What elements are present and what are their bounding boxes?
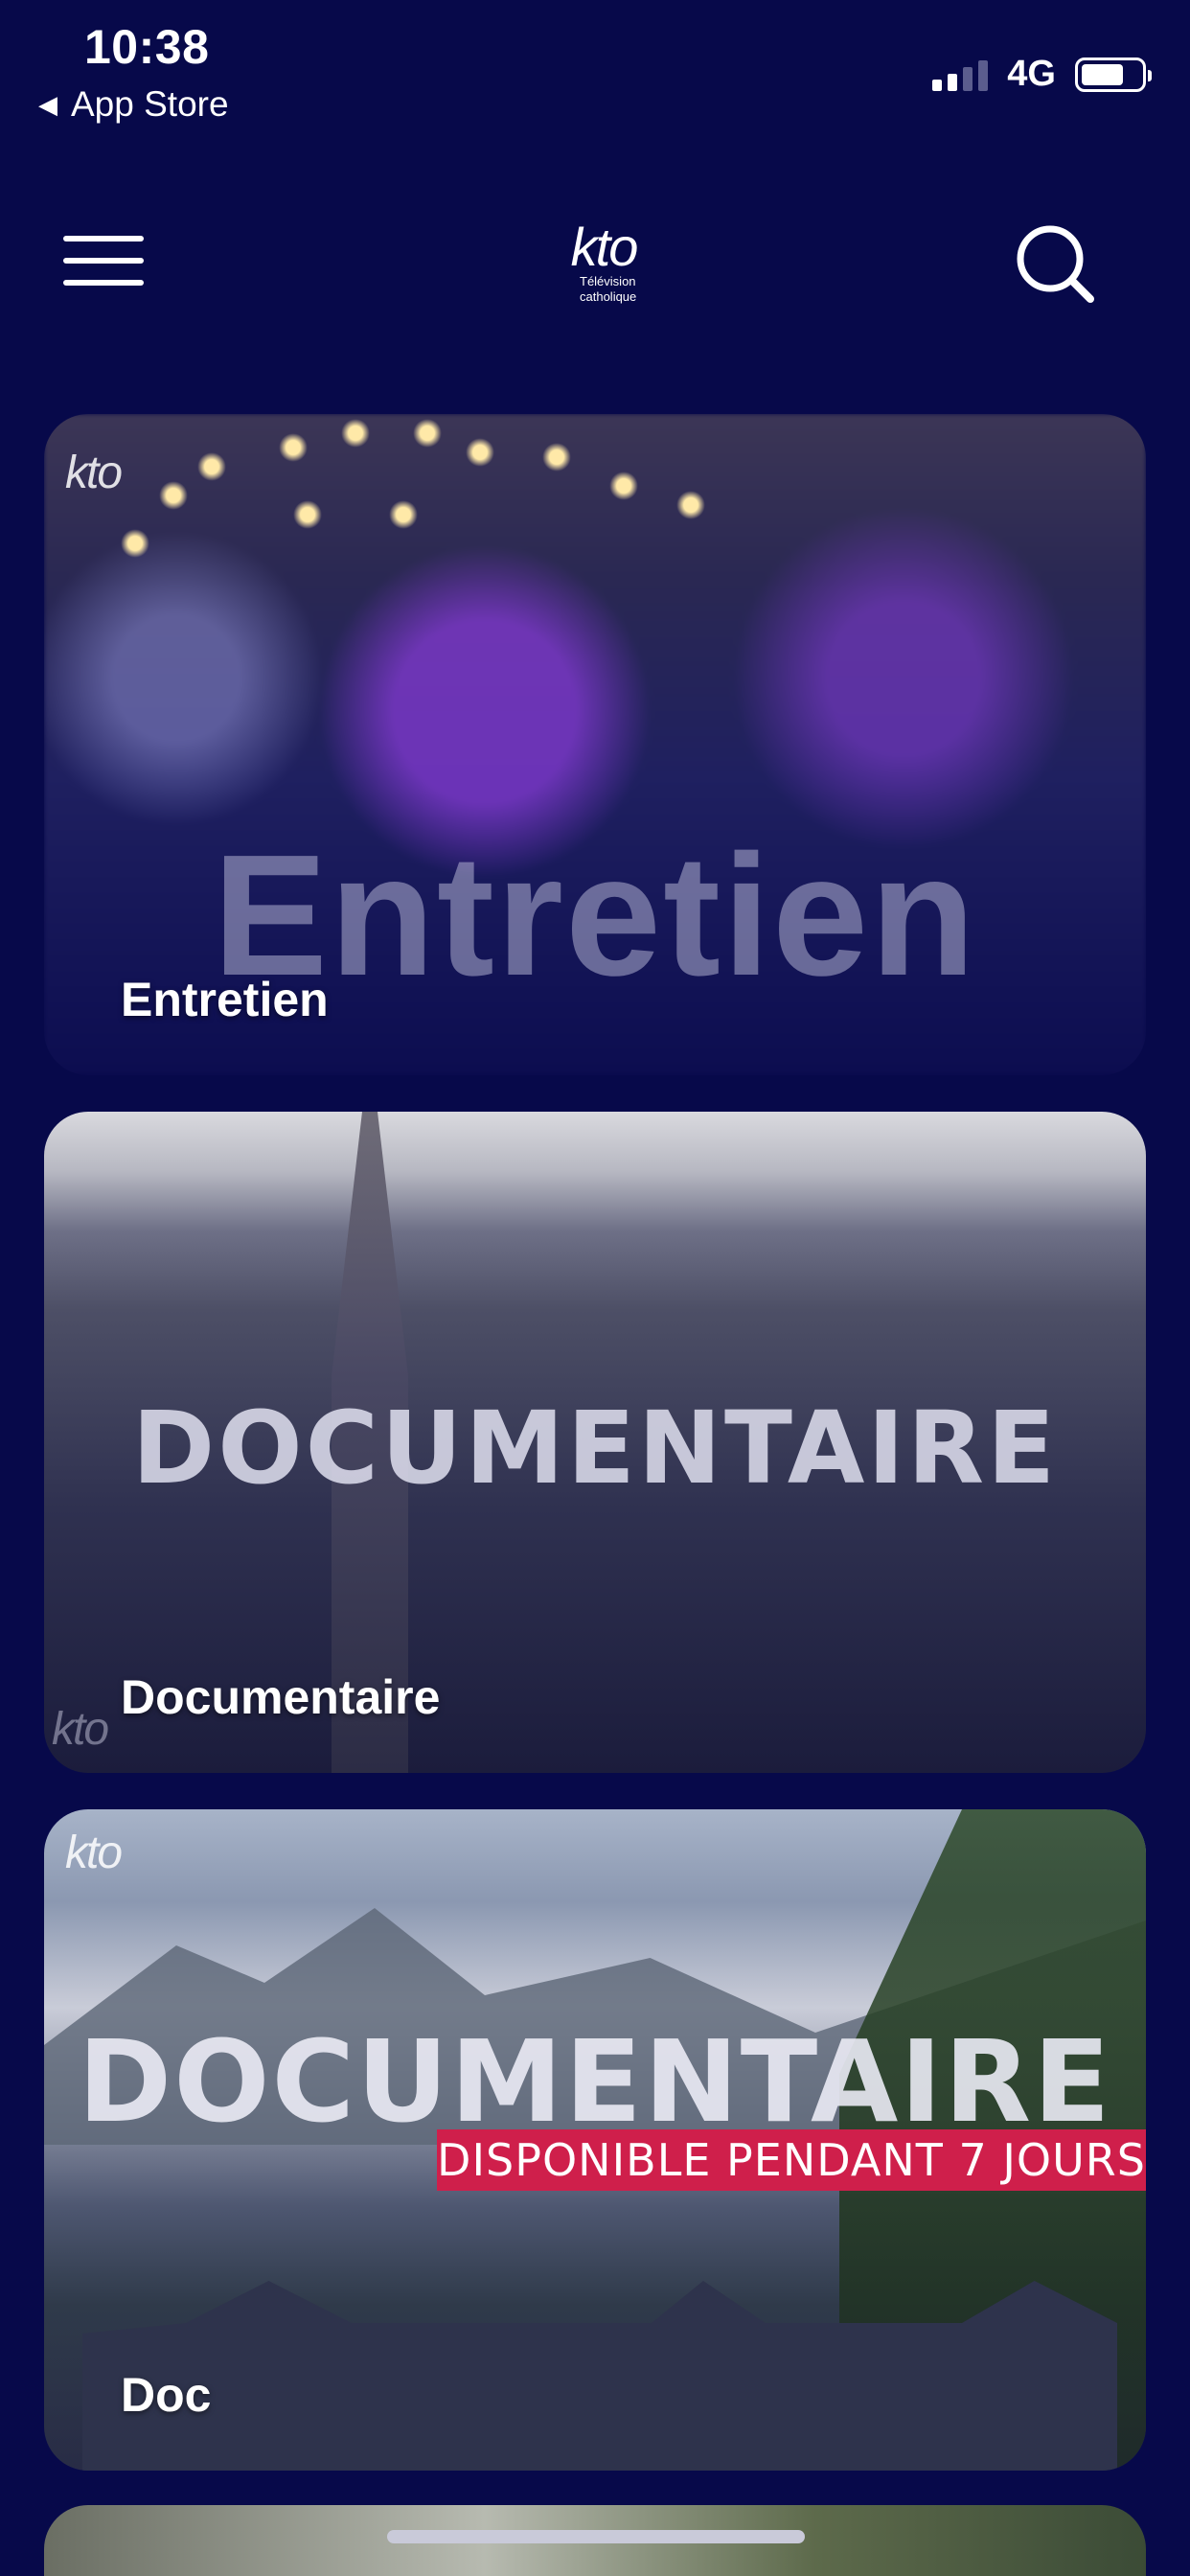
card-title: Documentaire <box>121 1670 441 1724</box>
status-time: 10:38 <box>84 20 210 74</box>
program-card-doc[interactable]: kto DOCUMENTAIRE DISPONIBLE PENDANT 7 JO… <box>44 1809 1146 2471</box>
thumbnail-title-text: DOCUMENTAIRE <box>78 2015 1112 2148</box>
kto-logo: kto Télévision catholique <box>551 220 656 304</box>
logo-subtitle-line-2: catholique <box>580 288 637 304</box>
back-to-app-store[interactable]: ◀ App Store <box>38 84 229 125</box>
search-icon[interactable] <box>1014 222 1094 303</box>
thumbnail-title-text: DOCUMENTAIRE <box>131 1390 1059 1506</box>
card-watermark: kto <box>65 448 123 498</box>
signal-strength-icon <box>932 58 989 91</box>
logo-text: kto <box>570 217 639 277</box>
logo-subtitle-line-1: Télévision <box>580 274 636 288</box>
app-screen: 10:38 ◀ App Store 4G kto Télévision cath… <box>0 0 1190 2576</box>
hamburger-menu-icon[interactable] <box>63 236 144 286</box>
status-indicators: 4G <box>932 54 1152 95</box>
card-title: Entretien <box>121 973 329 1026</box>
card-title: Doc <box>121 2368 212 2422</box>
card-watermark: kto <box>52 1704 109 1755</box>
network-type: 4G <box>1007 54 1056 94</box>
home-indicator[interactable] <box>387 2530 805 2543</box>
battery-icon <box>1075 57 1152 92</box>
back-label: App Store <box>71 84 229 124</box>
program-card-entretien[interactable]: kto Entretien Entretien <box>44 414 1146 1075</box>
program-card-documentaire[interactable]: DOCUMENTAIRE kto Documentaire <box>44 1112 1146 1773</box>
card-watermark: kto <box>65 1828 123 1878</box>
availability-banner: DISPONIBLE PENDANT 7 JOURS <box>437 2129 1146 2191</box>
back-arrow-icon: ◀ <box>38 89 57 119</box>
